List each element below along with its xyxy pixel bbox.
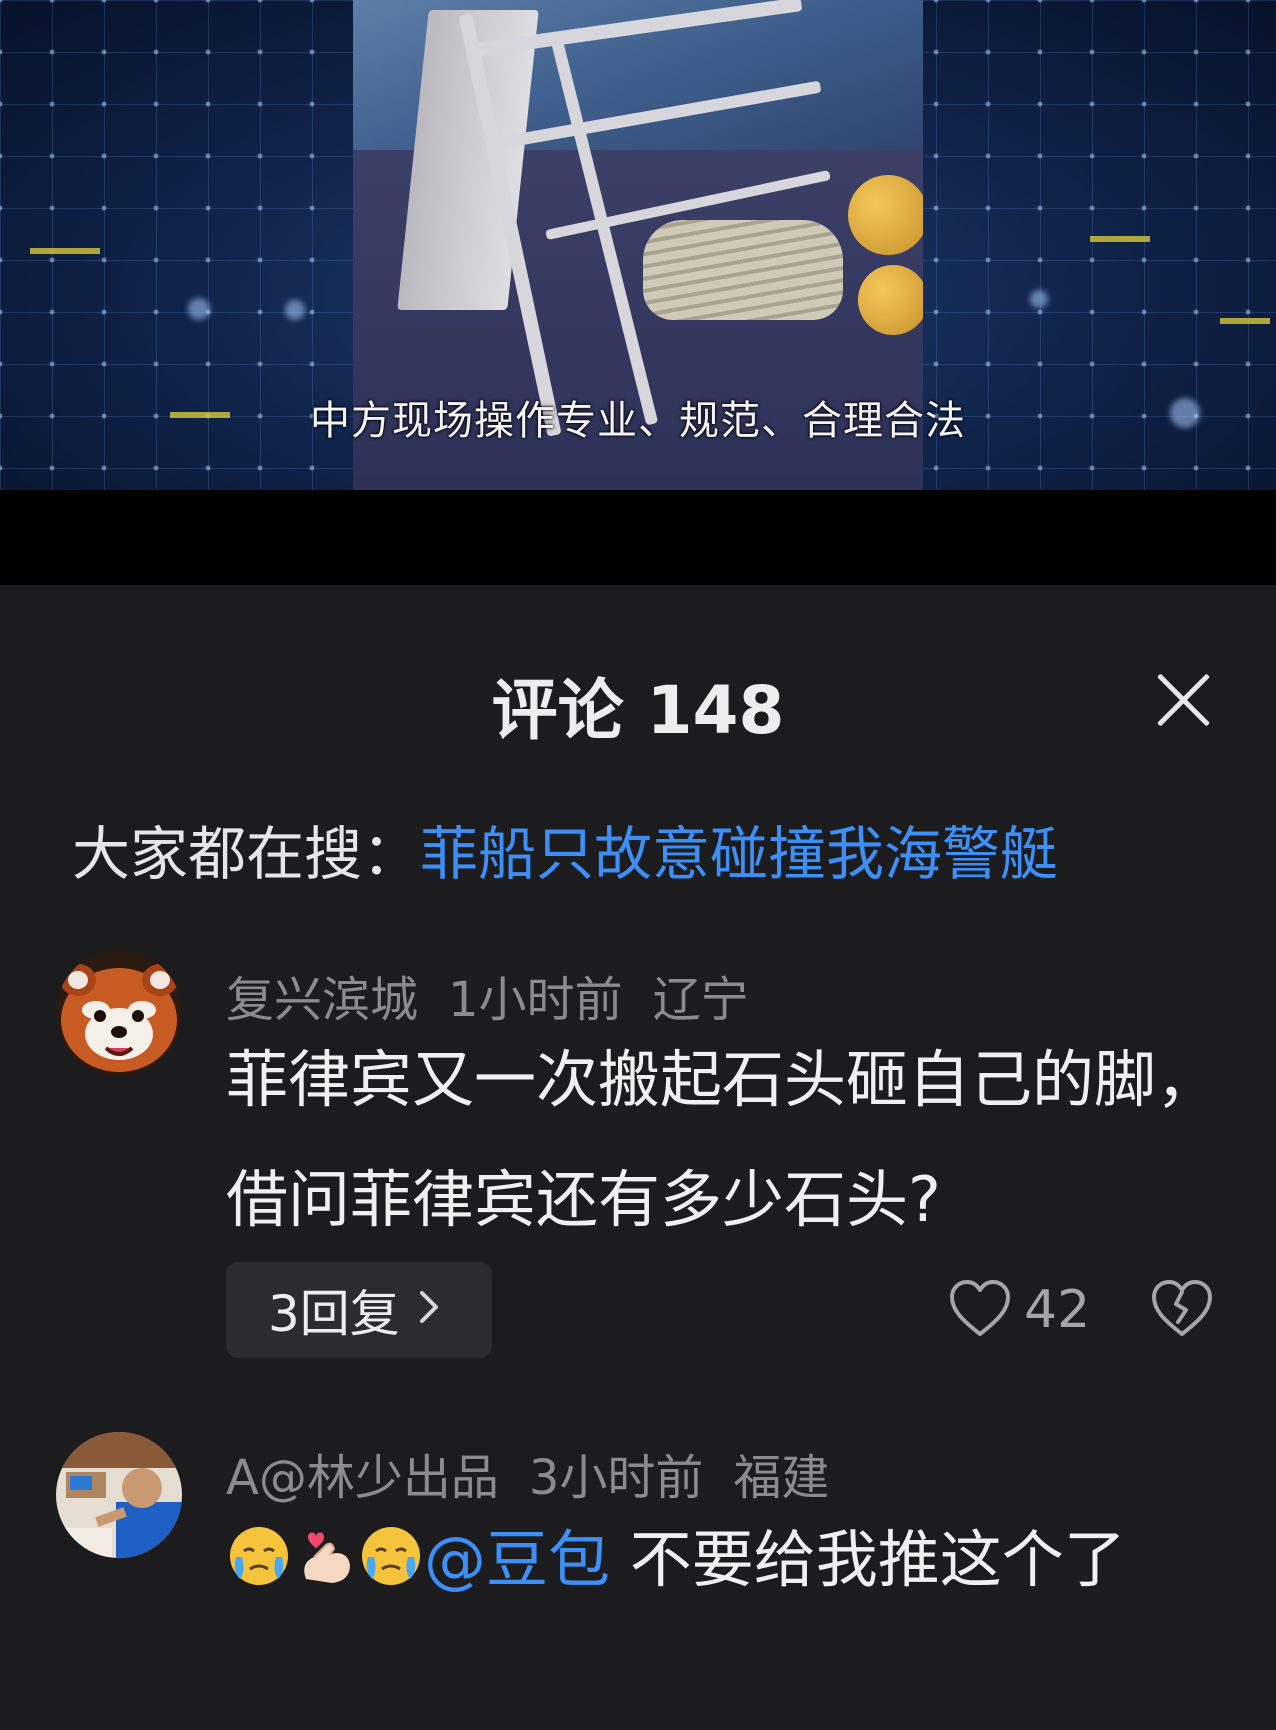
comment-meta: A@林少出品 3小时前 福建 — [226, 1438, 829, 1508]
hot-search-label: 大家都在搜： — [72, 820, 421, 888]
decor-stripe — [30, 248, 100, 254]
comment-time: 3小时前 — [528, 1450, 704, 1506]
like-count: 42 — [1024, 1280, 1091, 1340]
hot-search-bar: 大家都在搜：菲船只故意碰撞我海警艇 — [72, 807, 1058, 891]
video-subtitle: 中方现场操作专业、规范、合理合法 — [310, 398, 966, 444]
glow-dot — [285, 300, 305, 320]
chevron-right-icon — [418, 1285, 440, 1336]
video-player[interactable]: 中方现场操作专业、规范、合理合法 — [0, 0, 1276, 490]
broken-heart-icon — [1150, 1280, 1214, 1342]
comment-username[interactable]: A@林少出品 — [226, 1450, 499, 1506]
decor-stripe — [1220, 318, 1270, 324]
dislike-button[interactable] — [1150, 1278, 1216, 1342]
finger-heart-emoji — [292, 1508, 358, 1583]
comments-title: 评论 148 — [491, 672, 785, 749]
decor-stripe — [1090, 236, 1150, 242]
replies-label: 3回复 — [268, 1285, 400, 1343]
rope-coil — [643, 220, 843, 320]
comment-text-body: 不要给我推这个了 — [610, 1523, 1126, 1596]
buoy — [858, 265, 923, 335]
comment-text: 菲律宾又一次搬起石头砸自己的脚，借问菲律宾还有多少石头? — [226, 1043, 1219, 1236]
person-photo-avatar[interactable] — [56, 1432, 182, 1558]
mention-link[interactable]: @豆包 — [424, 1523, 610, 1596]
close-icon[interactable] — [1148, 665, 1218, 735]
comment-location: 福建 — [733, 1450, 830, 1506]
comment-text: @豆包 不要给我推这个了 — [226, 1500, 1236, 1620]
heart-icon — [948, 1278, 1012, 1342]
buoy — [848, 175, 923, 255]
view-replies-button[interactable]: 3回复 — [226, 1262, 492, 1358]
crying-face-emoji — [226, 1508, 292, 1585]
like-button[interactable]: 42 — [948, 1278, 1090, 1342]
glow-dot — [188, 298, 210, 320]
crying-face-emoji — [358, 1508, 424, 1585]
hot-search-term[interactable]: 菲船只故意碰撞我海警艇 — [420, 820, 1058, 888]
video-letterbox — [0, 490, 1276, 585]
red-panda-avatar[interactable] — [56, 950, 182, 1076]
glow-dot — [1030, 290, 1048, 308]
